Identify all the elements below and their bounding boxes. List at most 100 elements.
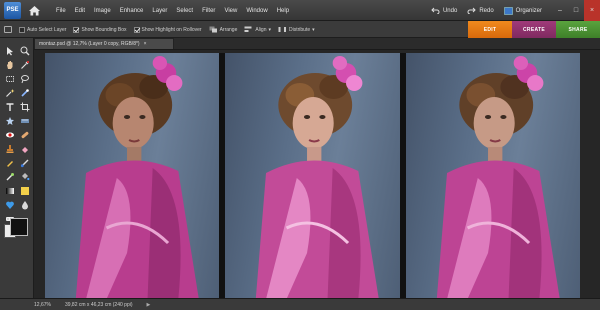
chevron-down-icon: ▾: [268, 26, 271, 33]
paint-bucket-icon: [21, 172, 29, 180]
chevron-down-icon: ▾: [312, 26, 315, 33]
pencil-tool-button[interactable]: [3, 156, 16, 169]
arrange-label: Arrange: [219, 26, 238, 33]
bounding-box-checkbox[interactable]: [73, 26, 80, 33]
type-tool-button[interactable]: [3, 100, 16, 113]
organizer-button[interactable]: Organizer: [503, 6, 542, 15]
eraser-tool-button[interactable]: [18, 142, 31, 155]
blur-tool-button[interactable]: [18, 198, 31, 211]
distribute-dropdown[interactable]: Distribute ▾: [278, 26, 315, 33]
menu-window[interactable]: Window: [246, 8, 267, 14]
highlight-label: Show Highlight on Rollover: [141, 26, 202, 33]
magic-wand-tool-button[interactable]: [3, 86, 16, 99]
redo-icon: [467, 7, 477, 14]
zoom-tool-button[interactable]: [18, 44, 31, 57]
zoom-level[interactable]: 12,67%: [34, 302, 51, 308]
brush-tool-button[interactable]: [18, 156, 31, 169]
photo-panel: [45, 53, 220, 299]
app-logo[interactable]: PSE: [4, 2, 21, 19]
menu-enhance[interactable]: Enhance: [120, 8, 144, 14]
home-icon[interactable]: [27, 3, 42, 18]
clone-stamp-tool-button[interactable]: [3, 142, 16, 155]
smart-brush-tool-button[interactable]: [3, 170, 16, 183]
paint-bucket-tool-button[interactable]: [18, 170, 31, 183]
align-icon: [244, 26, 252, 32]
cookie-cutter-tool-button[interactable]: [3, 114, 16, 127]
marquee-tool-button[interactable]: [3, 72, 16, 85]
tab-create[interactable]: CREATE: [512, 21, 556, 38]
crop-icon: [20, 102, 29, 111]
menu-edit[interactable]: Edit: [75, 8, 85, 14]
move-tool-button[interactable]: [3, 44, 16, 57]
menu-layer[interactable]: Layer: [152, 8, 167, 14]
red-eye-tool-button[interactable]: [3, 128, 16, 141]
arrange-dropdown[interactable]: Arrange: [209, 26, 238, 33]
redo-label: Redo: [479, 7, 494, 14]
shape-icon: [20, 186, 29, 195]
document-title: montaz.psd @ 12,7% (Layer 0 copy, RGB/8*…: [39, 41, 140, 47]
show-bounding-box-option[interactable]: Show Bounding Box: [73, 26, 127, 33]
auto-select-checkbox[interactable]: [19, 26, 25, 33]
straighten-tool-button[interactable]: [18, 114, 31, 127]
menu-select[interactable]: Select: [176, 8, 193, 14]
selection-brush-tool-button[interactable]: [18, 86, 31, 99]
eyedropper-icon: [20, 60, 29, 69]
red-eye-icon: [5, 132, 14, 137]
eyedropper-tool-button[interactable]: [18, 58, 31, 71]
main-menu: File Edit Image Enhance Layer Select Fil…: [56, 0, 289, 21]
align-label: Align: [255, 26, 267, 33]
type-icon: [6, 102, 13, 111]
organizer-label: Organizer: [515, 7, 542, 14]
distribute-icon: [278, 27, 286, 32]
redo-button[interactable]: Redo: [467, 7, 494, 14]
status-menu-arrow-icon[interactable]: ▶: [147, 302, 151, 308]
lasso-tool-button[interactable]: [18, 72, 31, 85]
hand-tool-button[interactable]: [3, 58, 16, 71]
document-window: [34, 49, 600, 299]
menu-file[interactable]: File: [56, 8, 66, 14]
foreground-color-swatch[interactable]: [10, 218, 28, 236]
undo-icon: [431, 7, 440, 14]
document-tab[interactable]: montaz.psd @ 12,7% (Layer 0 copy, RGB/8*…: [34, 38, 174, 49]
bounding-box-label: Show Bounding Box: [81, 26, 127, 33]
menu-bar: PSE File Edit Image Enhance Layer Select…: [0, 0, 600, 21]
magnifier-icon: [20, 46, 29, 55]
close-icon[interactable]: ×: [144, 41, 147, 47]
undo-button[interactable]: Undo: [431, 7, 457, 14]
maximize-button[interactable]: □: [568, 0, 584, 21]
cookie-cutter-icon: [5, 116, 14, 125]
hand-icon: [6, 60, 12, 69]
crop-tool-button[interactable]: [18, 100, 31, 113]
highlight-checkbox[interactable]: [133, 26, 140, 33]
menu-help[interactable]: Help: [277, 8, 289, 14]
straighten-icon: [20, 118, 29, 123]
auto-select-layer-option[interactable]: Auto Select Layer: [19, 26, 67, 33]
menu-image[interactable]: Image: [94, 8, 111, 14]
eraser-icon: [21, 146, 28, 153]
custom-shape-tool-button[interactable]: [3, 198, 16, 211]
bandage-icon: [21, 131, 28, 138]
minimize-button[interactable]: –: [552, 0, 568, 21]
undo-label: Undo: [442, 7, 458, 14]
shape-tool-button[interactable]: [18, 184, 31, 197]
color-swatches[interactable]: [4, 216, 30, 242]
close-button[interactable]: ×: [584, 0, 600, 21]
move-arrow-icon: [6, 46, 13, 55]
tab-share[interactable]: SHARE: [556, 21, 600, 38]
align-dropdown[interactable]: Align ▾: [244, 26, 271, 33]
organizer-icon: [503, 6, 513, 15]
menu-filter[interactable]: Filter: [202, 8, 215, 14]
tab-edit[interactable]: EDIT: [468, 21, 512, 38]
spot-healing-tool-button[interactable]: [18, 128, 31, 141]
show-highlight-option[interactable]: Show Highlight on Rollover: [133, 26, 202, 33]
photo-panel: [225, 53, 400, 299]
document-dimensions: 39,82 cm x 46,23 cm (240 ppi): [64, 301, 133, 308]
toolbox: [0, 38, 34, 298]
selection-brush-icon: [20, 88, 29, 97]
menu-view[interactable]: View: [224, 8, 237, 14]
gradient-tool-button[interactable]: [3, 184, 16, 197]
auto-select-label: Auto Select Layer: [27, 26, 67, 33]
pencil-icon: [6, 160, 13, 167]
image-canvas[interactable]: [45, 53, 580, 299]
lasso-icon: [20, 74, 29, 83]
